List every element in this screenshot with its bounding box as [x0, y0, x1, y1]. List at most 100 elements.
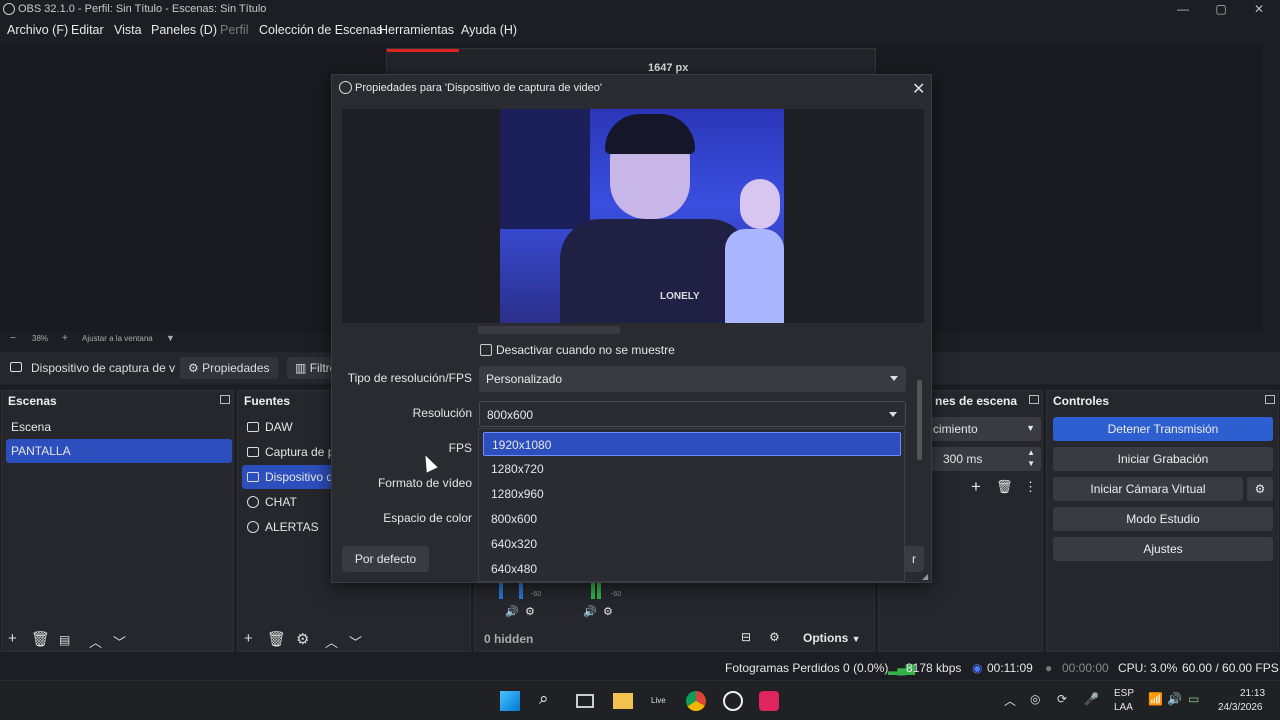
float-dock-icon[interactable]: [1029, 395, 1039, 404]
move-up-icon[interactable]: ︿: [89, 632, 102, 651]
windows-start-icon[interactable]: [500, 691, 520, 711]
microphone-icon[interactable]: 🎤: [1084, 692, 1099, 706]
menu-vista[interactable]: Vista: [114, 23, 142, 37]
window-icon: [247, 447, 259, 457]
studio-mode-button[interactable]: Modo Estudio: [1053, 507, 1273, 531]
gear-icon[interactable]: ⚙: [296, 630, 309, 648]
resolution-option[interactable]: 640x480: [483, 557, 901, 581]
menu-editar[interactable]: Editar: [71, 23, 104, 37]
language-code[interactable]: ESP: [1114, 688, 1134, 699]
source-item[interactable]: ALERTAS: [242, 515, 336, 539]
trash-icon[interactable]: 🗑: [31, 630, 50, 648]
deactivate-checkbox[interactable]: [480, 344, 492, 356]
resolution-select[interactable]: 800x600: [479, 401, 906, 427]
mixer-settings-icon[interactable]: ⚙: [525, 605, 535, 618]
mixer-settings-icon[interactable]: ⚙: [603, 605, 613, 618]
filters-button[interactable]: ▥ Filtro: [287, 357, 333, 379]
menu-ayuda[interactable]: Ayuda (H): [461, 23, 517, 37]
chevron-down-icon[interactable]: ▼: [166, 333, 175, 343]
scene-item[interactable]: Escena: [6, 415, 232, 439]
zoom-in-icon[interactable]: +: [62, 333, 68, 344]
add-scene-icon[interactable]: +: [8, 630, 17, 647]
trash-icon[interactable]: 🗑: [267, 630, 286, 648]
source-item[interactable]: Captura de pa: [242, 440, 336, 464]
more-options-icon[interactable]: ⋮: [1024, 479, 1037, 495]
transition-type-value: cimiento: [933, 422, 978, 436]
chevron-up-icon[interactable]: ︿: [1004, 692, 1016, 709]
settings-button[interactable]: Ajustes: [1053, 537, 1273, 561]
speaker-icon[interactable]: 🔊: [505, 605, 519, 618]
minimize-icon[interactable]: —: [1164, 0, 1202, 20]
move-down-icon[interactable]: ﹀: [113, 632, 126, 651]
wifi-icon[interactable]: 📶: [1148, 692, 1163, 706]
task-view-icon[interactable]: [576, 694, 594, 708]
trash-icon[interactable]: 🗑: [996, 479, 1013, 495]
defaults-button[interactable]: Por defecto: [342, 546, 429, 572]
menu-coleccion-escenas[interactable]: Colección de Escenas: [259, 23, 383, 37]
add-transition-icon[interactable]: +: [971, 477, 981, 497]
stepper-down-icon[interactable]: ▼: [1027, 459, 1035, 468]
options-button[interactable]: Options ▼: [803, 631, 861, 645]
horizontal-scrollbar[interactable]: [478, 326, 620, 334]
move-down-icon[interactable]: ﹀: [349, 632, 362, 651]
menu-paneles[interactable]: Paneles (D): [151, 23, 217, 37]
transition-duration-field[interactable]: 300 ms ▲ ▼: [929, 447, 1041, 471]
source-label: Captura de pa: [265, 445, 336, 459]
vertical-scrollbar[interactable]: [917, 380, 922, 460]
zoom-out-icon[interactable]: −: [10, 333, 16, 344]
chrome-icon[interactable]: [686, 691, 706, 711]
properties-button[interactable]: ⚙ Propiedades: [180, 357, 278, 379]
stop-stream-button[interactable]: Detener Transmisión: [1053, 417, 1273, 441]
file-explorer-icon[interactable]: [613, 693, 633, 709]
start-virtual-camera-button[interactable]: Iniciar Cámara Virtual: [1053, 477, 1243, 501]
resolution-option[interactable]: 1280x720: [483, 457, 901, 481]
move-up-icon[interactable]: ︿: [325, 632, 338, 651]
scene-item-selected[interactable]: PANTALLA: [6, 439, 232, 463]
speaker-icon[interactable]: 🔊: [583, 605, 597, 618]
menu-herramientas[interactable]: Herramientas: [379, 23, 454, 37]
source-item[interactable]: DAW: [242, 415, 336, 439]
start-recording-button[interactable]: Iniciar Grabación: [1053, 447, 1273, 471]
layout-icon[interactable]: ⊟: [741, 630, 751, 644]
scene-filter-icon[interactable]: ▤: [59, 633, 70, 647]
source-item-selected[interactable]: Dispositivo de: [242, 465, 336, 489]
res-type-select[interactable]: Personalizado: [479, 366, 906, 392]
float-dock-icon[interactable]: [220, 395, 230, 404]
float-dock-icon[interactable]: [1265, 395, 1275, 404]
tiktok-icon[interactable]: [759, 691, 779, 711]
settings-icon[interactable]: ⚙: [769, 630, 780, 644]
source-item[interactable]: CHAT: [242, 490, 336, 514]
battery-icon[interactable]: ▭: [1188, 692, 1199, 706]
video-format-label: Formato de vídeo: [377, 476, 472, 490]
resolution-option[interactable]: 640x320: [483, 532, 901, 556]
language-sub[interactable]: LAA: [1114, 702, 1133, 713]
clock-time[interactable]: 21:13: [1240, 688, 1265, 699]
close-icon[interactable]: ✕: [1240, 0, 1278, 20]
resolution-label: Resolución: [412, 406, 472, 420]
close-icon[interactable]: ✕: [912, 79, 925, 99]
resolution-option[interactable]: 1920x1080: [483, 432, 901, 456]
fit-window-label[interactable]: Ajustar a la ventana: [82, 334, 153, 343]
options-label: Options: [803, 631, 849, 645]
obs-tray-icon[interactable]: ◎: [1030, 692, 1040, 706]
bitrate: 8178 kbps: [906, 661, 962, 675]
resolution-option[interactable]: 1280x960: [483, 482, 901, 506]
filters-label: Filtro: [309, 361, 333, 375]
sync-tray-icon[interactable]: ⟳: [1057, 692, 1067, 706]
taskbar: ⌕ Live ︿ ◎ ⟳ 🎤 ▭ ESP LAA 📶 🔊 21:13 24/3/…: [0, 680, 1280, 720]
menu-archivo[interactable]: Archivo (F): [7, 23, 68, 37]
resolution-option[interactable]: 800x600: [483, 507, 901, 531]
preview-scrollbar[interactable]: [1262, 44, 1280, 332]
virtual-camera-gear-icon[interactable]: ⚙: [1247, 477, 1273, 501]
maximize-icon[interactable]: ▢: [1202, 0, 1240, 20]
obs-app-icon[interactable]: [723, 691, 743, 711]
live-app-icon[interactable]: Live: [651, 696, 666, 705]
resize-grip-icon[interactable]: ◢: [922, 572, 928, 581]
stepper-up-icon[interactable]: ▲: [1027, 448, 1035, 457]
add-source-icon[interactable]: +: [244, 630, 253, 647]
volume-icon[interactable]: 🔊: [1167, 692, 1182, 706]
search-icon[interactable]: ⌕: [539, 689, 549, 709]
clock-date[interactable]: 24/3/2026: [1218, 702, 1263, 713]
menu-perfil[interactable]: Perfil: [220, 23, 248, 37]
transition-type-select[interactable]: cimiento ▼: [929, 417, 1041, 441]
